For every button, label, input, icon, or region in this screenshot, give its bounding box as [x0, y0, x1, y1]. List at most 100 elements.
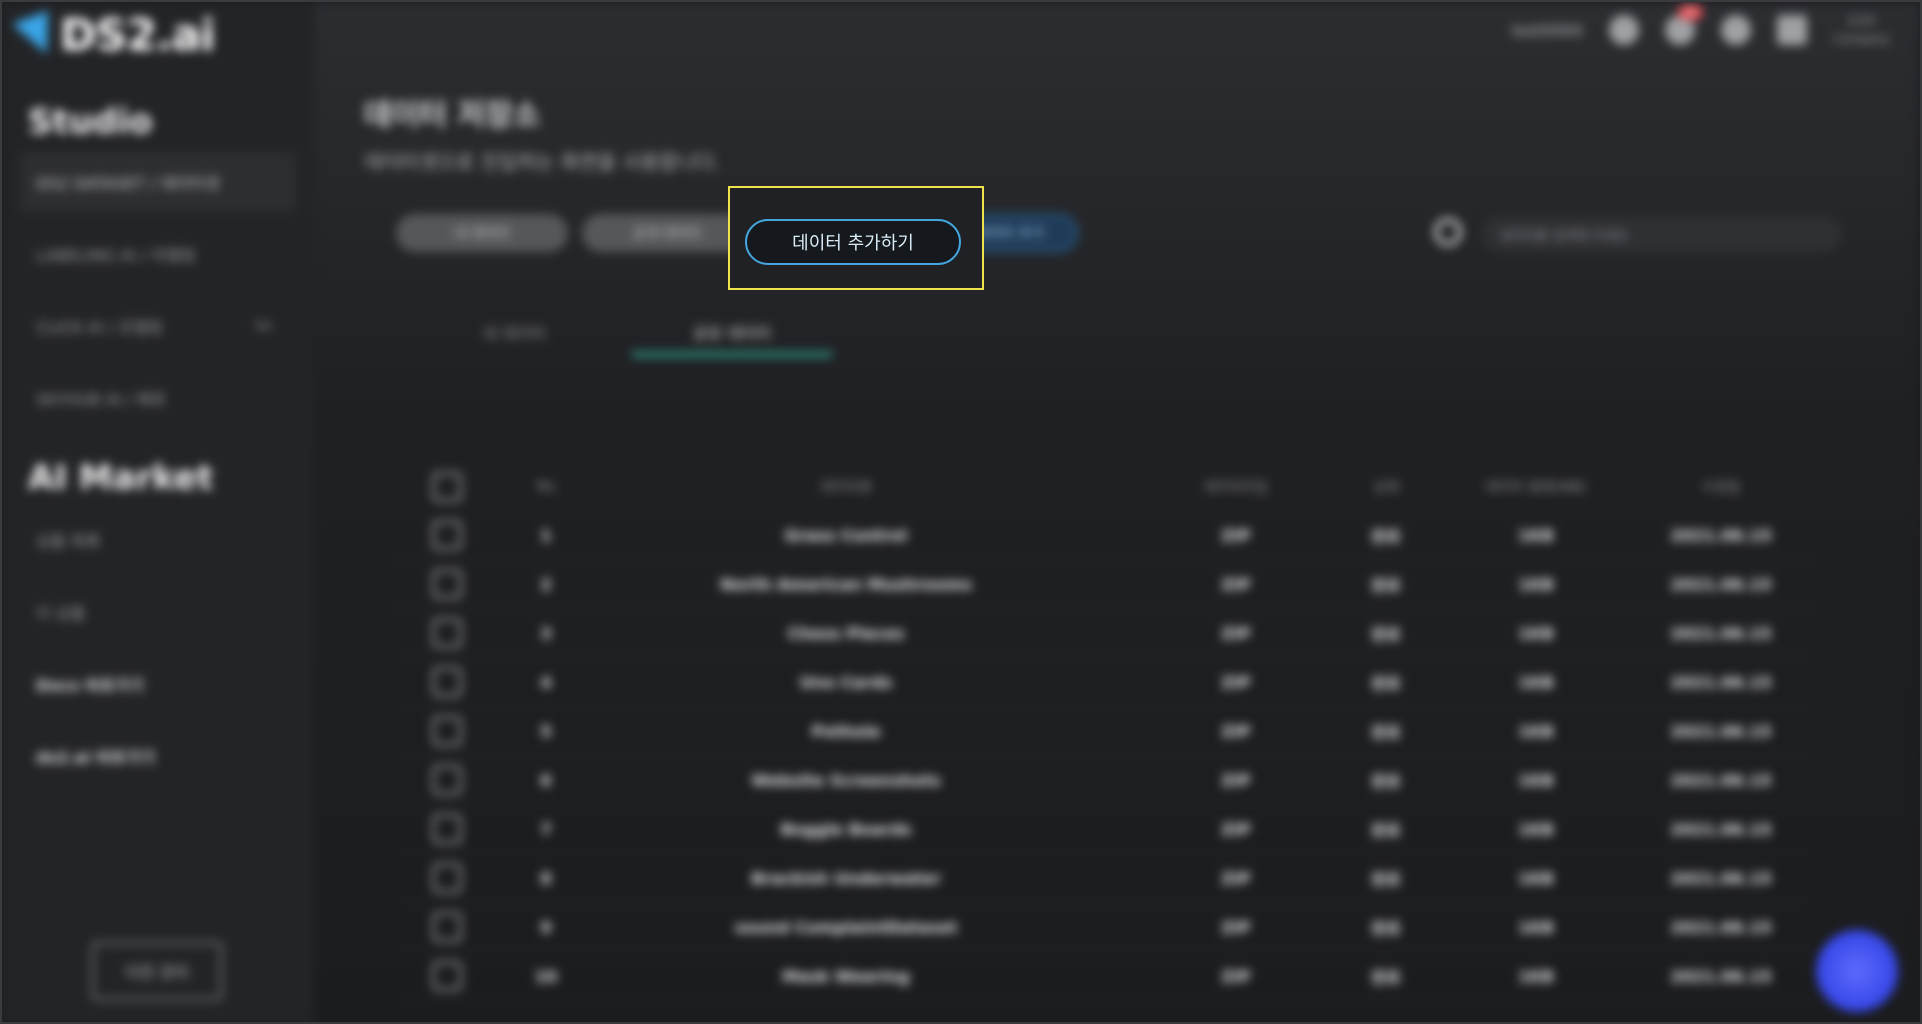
cell-no: 8 [540, 868, 552, 888]
market-section-title: AI Market [28, 458, 214, 498]
cell-size: 1KB [1518, 917, 1554, 937]
chip-my-data[interactable]: 내 데이터 [396, 214, 568, 252]
cell-type: ZIP [1221, 721, 1251, 741]
cell-type: ZIP [1221, 917, 1251, 937]
table-row[interactable]: 10 Mask Wearing ZIP 완료 1KB 2021.06.15 [396, 952, 1812, 1001]
cell-status: 완료 [1371, 527, 1401, 546]
user-icon[interactable] [1608, 15, 1639, 45]
table-row[interactable]: 9 sound ComplaintDataset ZIP 완료 1KB 2021.06.1… [396, 903, 1812, 952]
cell-type: ZIP [1221, 770, 1251, 790]
row-checkbox[interactable] [432, 569, 462, 599]
cell-size: 1KB [1518, 574, 1554, 594]
search-input[interactable]: 데이터를 검색해 주세요 [1482, 216, 1842, 252]
row-checkbox[interactable] [432, 667, 462, 697]
sidebar-item-label: DS2 DATASET / 데이터셋 [36, 174, 220, 193]
table-row[interactable]: 2 North American Mushrooms ZIP 완료 1KB 2021.06… [396, 560, 1812, 609]
sidebar-item-label: Docs 바로가기 [36, 676, 144, 695]
sidebar-item-labeling[interactable]: LABELING AI / 라벨링 [20, 224, 296, 284]
user-name[interactable]: test0000 [1511, 21, 1582, 40]
cell-date: 2021.06.15 [1670, 672, 1772, 692]
globe-icon[interactable] [1720, 15, 1751, 45]
add-data-button[interactable]: 데이터 추가하기 [745, 219, 961, 265]
sidebar-item-docs[interactable]: Docs 바로가기 [20, 654, 296, 714]
cell-name: Mask Wearing [782, 966, 910, 986]
cell-size: 1KB [1518, 819, 1554, 839]
header-no: No [536, 478, 556, 495]
cell-status: 완료 [1371, 919, 1401, 938]
row-checkbox[interactable] [432, 716, 462, 746]
plan-usage: 0/30 [1847, 14, 1875, 28]
cell-size: 1KB [1518, 868, 1554, 888]
search-icon[interactable] [1434, 218, 1462, 246]
sidebar-item-label: LABELING AI / 라벨링 [36, 246, 196, 265]
bell-icon[interactable]: 99 [1664, 5, 1703, 45]
header-name[interactable]: 데이터명 [716, 477, 976, 497]
row-checkbox[interactable] [432, 618, 462, 648]
table-row[interactable]: 6 Website Screenshots ZIP 완료 1KB 2021.06.15 [396, 756, 1812, 805]
table-row[interactable]: 5 Pothole ZIP 완료 1KB 2021.06.15 [396, 707, 1812, 756]
header-size[interactable]: 데이터 용량(MB) [1466, 477, 1606, 497]
cell-date: 2021.06.15 [1670, 623, 1772, 643]
sidebar-item-label: SKYHUB AI / 배포 [36, 390, 167, 409]
sidebar: DS2.ai Studio DS2 DATASET / 데이터셋 LABELIN… [2, 2, 314, 1022]
logo-mark-icon [12, 10, 62, 61]
plan-indicator[interactable]: 0/30 Company [1833, 12, 1890, 48]
table-row[interactable]: 4 Uno Cards ZIP 완료 1KB 2021.06.15 [396, 658, 1812, 707]
cell-status: 완료 [1371, 968, 1401, 987]
grid-menu-icon[interactable] [1776, 15, 1807, 45]
sidebar-item-dataset[interactable]: DS2 DATASET / 데이터셋 [20, 152, 296, 212]
sidebar-item-label: CLICK AI / 모델링 [36, 318, 163, 337]
row-checkbox[interactable] [432, 863, 462, 893]
sidebar-item-product[interactable]: 이 상품 [20, 582, 296, 642]
cell-type: ZIP [1221, 574, 1251, 594]
table-header-row: No 데이터명 데이터타입 상태 데이터 용량(MB) 수정일 [396, 462, 1812, 511]
table-row[interactable]: 7 Boggle Boards ZIP 완료 1KB 2021.06.15 [396, 805, 1812, 854]
sidebar-bottom-button[interactable]: 이전 관리 [92, 942, 222, 1000]
cell-date: 2021.06.15 [1670, 966, 1772, 986]
cell-name: Pothole [811, 721, 881, 741]
table-row[interactable]: 1 Grass Control ZIP 완료 1KB 2021.06.15 [396, 511, 1812, 560]
tab-my-data[interactable]: 내 데이터 [414, 320, 614, 344]
cell-type: ZIP [1221, 623, 1251, 643]
table-row[interactable]: 8 Brackish Underwater ZIP 완료 1KB 2021.06.15 [396, 854, 1812, 903]
cell-date: 2021.06.15 [1670, 574, 1772, 594]
chat-icon[interactable] [1816, 930, 1898, 1012]
studio-section-title: Studio [28, 102, 153, 142]
logo[interactable]: DS2.ai [12, 10, 215, 61]
cell-date: 2021.06.15 [1670, 525, 1772, 545]
cell-status: 완료 [1371, 870, 1401, 889]
sidebar-item-click-ai[interactable]: CLICK AI / 모델링 ko [20, 296, 296, 356]
header-type[interactable]: 데이터타입 [1176, 477, 1296, 497]
sidebar-item-ds2-link[interactable]: ds2.ai 바로가기 [20, 726, 296, 786]
cell-size: 1KB [1518, 966, 1554, 986]
select-all-checkbox[interactable] [432, 471, 462, 502]
tab-shared-data[interactable]: 공유 데이터 [632, 320, 832, 344]
row-checkbox[interactable] [432, 520, 462, 550]
cell-type: ZIP [1221, 525, 1251, 545]
header-date[interactable]: 수정일 [1646, 477, 1796, 497]
chip-public-data[interactable]: 공개 데이터 [582, 214, 752, 252]
page-subtitle: 데이터셋으로 진입하는 화면을 사용합니다. [364, 150, 721, 174]
cell-name: Grass Control [784, 525, 908, 545]
cell-no: 2 [540, 574, 552, 594]
cell-date: 2021.06.15 [1670, 721, 1772, 741]
table-row[interactable]: 3 Chess Pieces ZIP 완료 1KB 2021.06.15 [396, 609, 1812, 658]
cell-no: 4 [540, 672, 552, 692]
row-checkbox[interactable] [432, 912, 462, 942]
row-checkbox[interactable] [432, 814, 462, 844]
sidebar-item-label: ds2.ai 바로가기 [36, 748, 155, 767]
cell-date: 2021.06.15 [1670, 868, 1772, 888]
cell-size: 1KB [1518, 770, 1554, 790]
cell-type: ZIP [1221, 672, 1251, 692]
cell-date: 2021.06.15 [1670, 819, 1772, 839]
blurred-background: DS2.ai Studio DS2 DATASET / 데이터셋 LABELIN… [2, 2, 1920, 1022]
cell-status: 완료 [1371, 625, 1401, 644]
cell-date: 2021.06.15 [1670, 917, 1772, 937]
header-status[interactable]: 상태 [1336, 477, 1436, 497]
cell-status: 완료 [1371, 674, 1401, 693]
sidebar-item-skyhub[interactable]: SKYHUB AI / 배포 [20, 368, 296, 428]
row-checkbox[interactable] [432, 961, 462, 991]
cell-size: 1KB [1518, 525, 1554, 545]
row-checkbox[interactable] [432, 765, 462, 795]
sidebar-item-product-list[interactable]: 상품 목록 [20, 510, 296, 570]
